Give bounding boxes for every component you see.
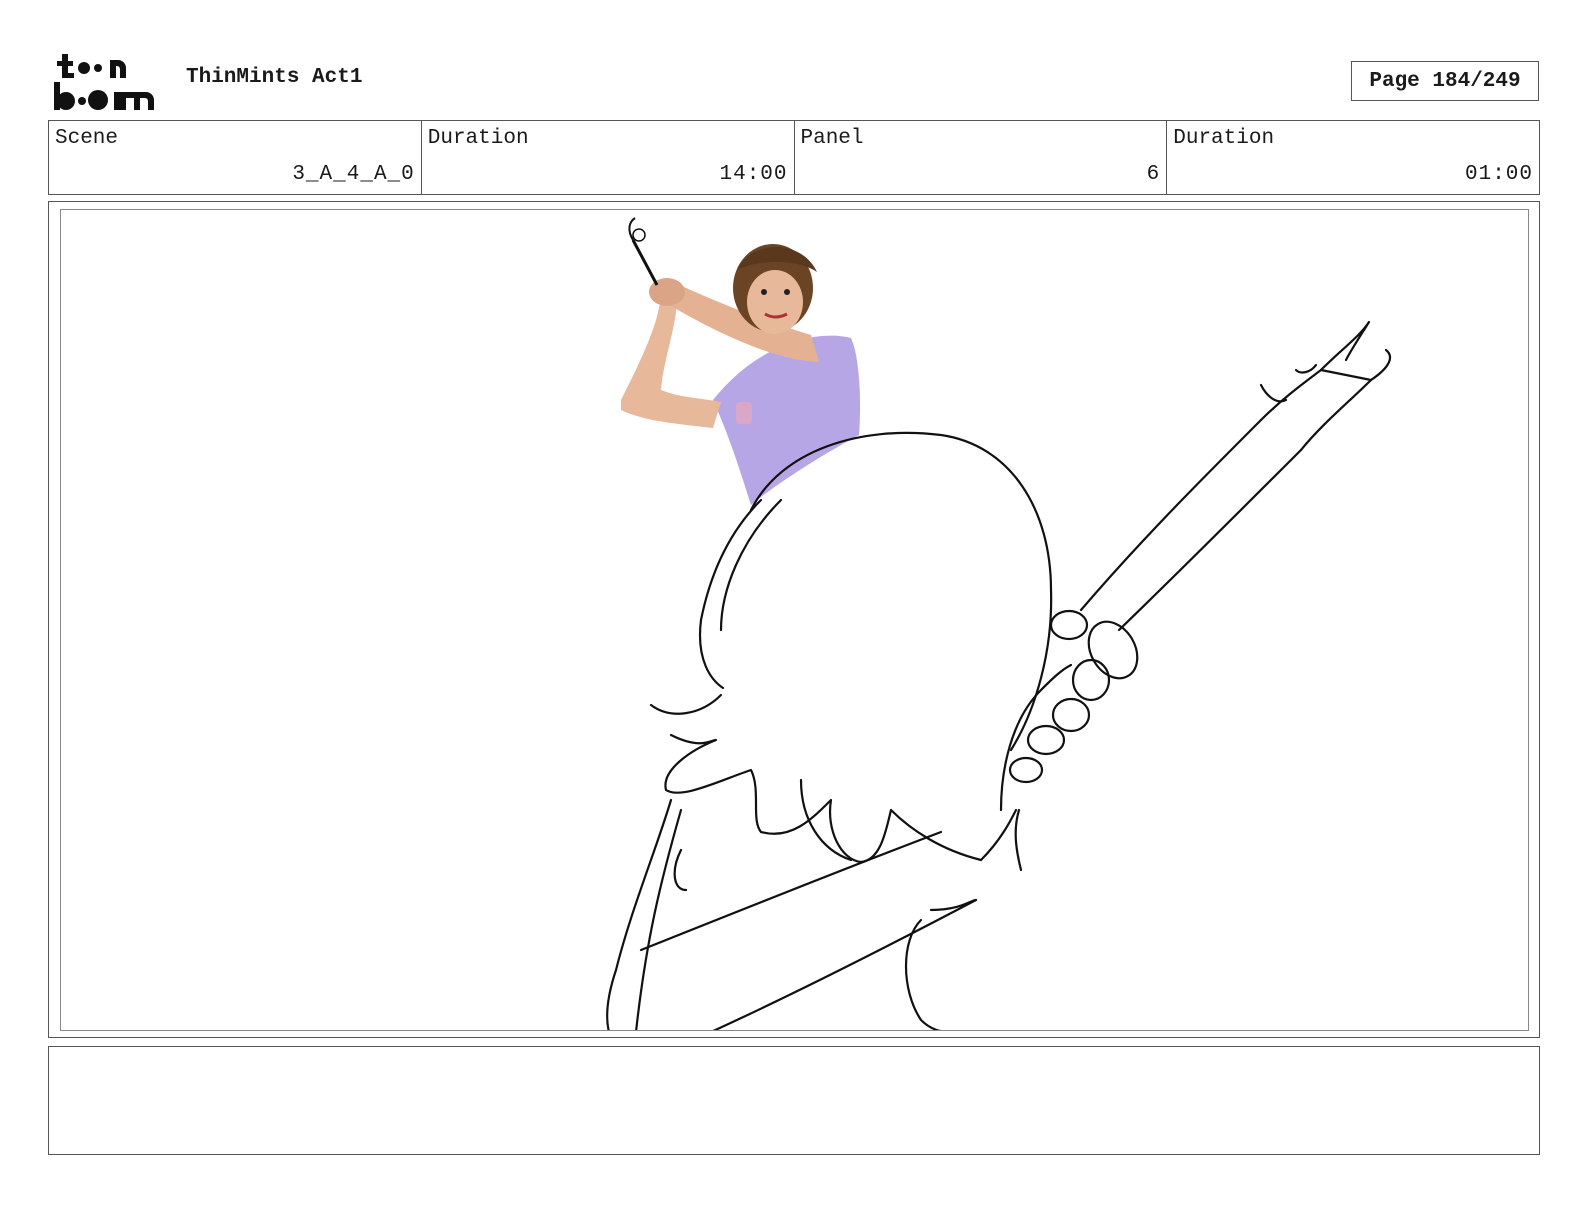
panel-notes-box [48, 1046, 1540, 1155]
scene-duration-cell: Duration 14:00 [422, 121, 795, 194]
panel-value: 6 [1146, 163, 1161, 186]
document-title: ThinMints Act1 [186, 66, 363, 89]
scene-cell: Scene 3_A_4_A_0 [49, 121, 422, 194]
panel-duration-value: 01:00 [1464, 163, 1533, 186]
scene-label: Scene [55, 127, 119, 150]
scene-duration-value: 14:00 [719, 163, 788, 186]
panel-frame [60, 209, 1529, 1031]
panel-cell: Panel 6 [795, 121, 1168, 194]
scene-info-row: Scene 3_A_4_A_0 Duration 14:00 Panel 6 D… [48, 120, 1540, 195]
scene-duration-label: Duration [427, 127, 529, 150]
toon-boom-logo [54, 54, 154, 110]
panel-duration-cell: Duration 01:00 [1167, 121, 1539, 194]
panel-label: Panel [800, 127, 864, 150]
character-sketch [606, 320, 1392, 1030]
scene-value: 3_A_4_A_0 [292, 163, 415, 186]
page-indicator: Page 184/249 [1351, 61, 1539, 101]
panel-duration-label: Duration [1173, 127, 1275, 150]
storyboard-drawing [606, 217, 1392, 1030]
reference-photo [621, 217, 861, 505]
